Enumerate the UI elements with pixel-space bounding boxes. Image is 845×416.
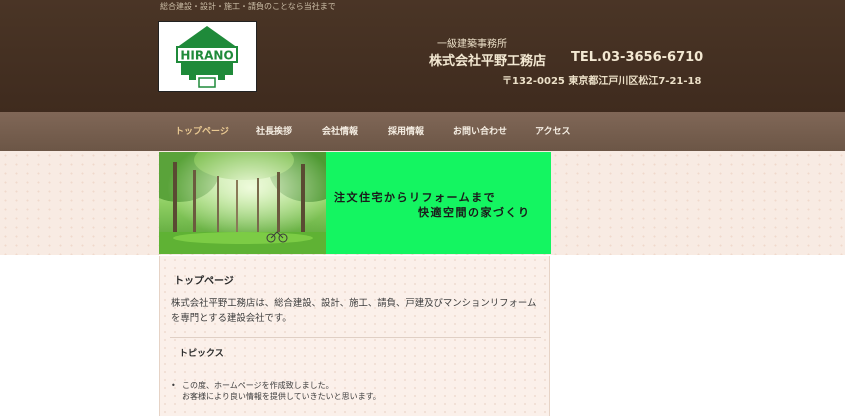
nav-item-greeting[interactable]: 社長挨拶 — [256, 124, 292, 137]
topics-heading: トピックス — [179, 349, 224, 359]
page-title: トップページ — [174, 276, 234, 287]
bullet-icon: • — [171, 381, 176, 390]
nav-item-top[interactable]: トップページ — [175, 124, 229, 137]
company-name: 株式会社平野工務店 — [429, 54, 547, 69]
main-content: トップページ 株式会社平野工務店は、総合建設、設計、施工、請負、戸建及びマンショ… — [159, 256, 550, 416]
phone-number: TEL.03-3656-6710 — [571, 50, 704, 65]
content-divider — [170, 337, 541, 338]
nav-item-access[interactable]: アクセス — [535, 124, 571, 137]
main-nav: トップページ 社長挨拶 会社情報 採用情報 お問い合わせ アクセス — [0, 112, 845, 151]
company-intro: 株式会社平野工務店は、総合建設、設計、施工、請負、戸建及びマンションリフォームを… — [171, 298, 537, 324]
hero-headline: 注文住宅からリフォームまで — [334, 191, 497, 204]
office-type: 一級建築事務所 — [437, 39, 507, 50]
topic-text-line: お客様により良い情報を提供していきたいと思います。 — [182, 392, 381, 401]
logo-text: HIRANO — [180, 49, 233, 63]
company-logo[interactable]: HIRANO — [158, 21, 257, 92]
site-tagline: 総合建設・設計・施工・請負のことなら当社まで — [160, 2, 336, 11]
nav-item-recruit[interactable]: 採用情報 — [388, 124, 424, 137]
company-address: 〒132-0025 東京都江戸川区松江7-21-18 — [502, 76, 702, 87]
nav-item-contact[interactable]: お問い合わせ — [453, 124, 507, 137]
hero-subheadline: 快適空間の家づくり — [418, 206, 531, 219]
nav-item-company-info[interactable]: 会社情報 — [322, 124, 358, 137]
hero-forest-photo — [159, 152, 326, 254]
topic-text-line: この度、ホームページを作成致しました。 — [182, 381, 334, 390]
site-header: 総合建設・設計・施工・請負のことなら当社まで HIRANO 一級建築事務所 株式… — [0, 0, 845, 112]
